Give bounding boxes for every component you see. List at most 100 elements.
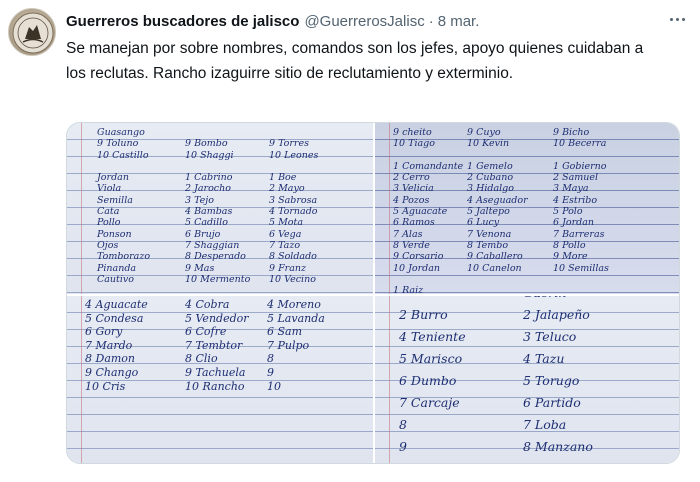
handwritten-entry: Tomborazo <box>97 251 151 263</box>
photo-3[interactable]: 4 Aguacate 5 Condesa 6 Gory 7 Mardo 8 Damon 9… <box>67 296 373 463</box>
photo-2-column-1: 9 cheito 10 Tiago 1 Comandante 2 Cerro 3 Ve… <box>393 127 463 294</box>
handwritten-entry: 3 Sabrosa <box>269 194 318 206</box>
handwritten-entry: Viola <box>97 183 122 195</box>
handwritten-entry: 10 Mermento <box>185 273 251 285</box>
handwritten-entry: 5 Lavanda <box>267 311 325 325</box>
handwritten-entry: 10 Rancho <box>185 379 245 393</box>
handwritten-entry: 9 Mas <box>185 262 215 274</box>
user-handle[interactable]: @GuerrerosJalisc <box>304 13 424 30</box>
handwritten-entry: Pinanda <box>97 262 137 274</box>
handwritten-entry: 10 Vecino <box>269 273 316 285</box>
handwritten-entry: 10 <box>399 458 466 463</box>
handwritten-entry: 9 <box>399 439 407 454</box>
handwritten-entry: 5 Jaltepo <box>467 206 510 218</box>
handwritten-entry <box>269 285 318 294</box>
display-name[interactable]: Guerreros buscadores de jalisco <box>66 13 299 30</box>
handwritten-entry <box>269 161 318 172</box>
handwritten-entry: 6 Brujo <box>185 228 221 240</box>
photo-4[interactable]: 2 Burro 4 Teniente 5 Marisco 6 Dumbo 7 Carca… <box>375 296 679 463</box>
handwritten-entry: 6 Ramos <box>393 217 435 229</box>
handwritten-entry: 8 Soldado <box>269 251 317 263</box>
handwritten-entry: 10 Semillas <box>553 262 609 274</box>
handwritten-entry: 10 Leones <box>269 149 319 161</box>
handwritten-entry: 7 Alas <box>393 228 423 240</box>
handwritten-entry: 5 Marisco <box>399 351 463 366</box>
handwritten-entry <box>553 274 609 285</box>
handwritten-entry: 4 Moreno <box>267 298 321 311</box>
handwritten-entry: 1 Gobierno <box>553 160 607 172</box>
handwritten-entry: 1 Comandante <box>393 160 464 172</box>
handwritten-entry: 2 Cubano <box>467 172 514 184</box>
more-options-icon <box>669 17 673 21</box>
handwritten-entry <box>269 127 318 138</box>
separator-dot: · <box>428 12 434 30</box>
handwritten-entry: 8 Pollo <box>553 239 586 251</box>
handwritten-entry: 6 Jordan <box>553 217 594 229</box>
handwritten-entry: 2 Jarocho <box>185 183 231 195</box>
handwritten-entry: 9 Bombo <box>185 138 228 150</box>
avatar[interactable] <box>8 8 56 56</box>
handwritten-entry <box>399 296 466 304</box>
handwritten-entry: 4 Tornado <box>269 206 318 218</box>
handwritten-entry: 2 Samuel <box>553 172 599 184</box>
handwritten-entry: 9 Caballero <box>467 251 523 263</box>
handwritten-entry: 2 Jalapeño <box>523 307 590 322</box>
handwritten-entry <box>185 285 250 294</box>
handwritten-entry: 7 Shaggian <box>185 239 240 251</box>
handwritten-entry: 1 Raiz <box>393 285 424 294</box>
handwritten-entry: 10 Shaggi <box>185 149 234 161</box>
handwritten-entry: 10 Canelon <box>467 262 522 274</box>
handwritten-entry: Ponson <box>97 228 132 240</box>
handwritten-entry: 7 Barreras <box>553 228 605 240</box>
handwritten-entry: 3 Tejo <box>185 194 214 206</box>
handwritten-entry: 8 Verde <box>393 239 430 251</box>
handwritten-entry: 6 Gory <box>85 325 123 339</box>
handwritten-entry: 2 Cerro <box>393 172 430 184</box>
handwritten-entry: 5 Mota <box>269 217 303 229</box>
media-grid: Guasango 9 Toluno 10 Castillo Jordan Viola S… <box>66 122 680 464</box>
handwritten-entry: 9 More <box>553 251 588 263</box>
handwritten-entry: Guasango <box>97 127 145 138</box>
handwritten-entry: 5 Condesa <box>85 311 144 325</box>
handwritten-entry: 4 Teniente <box>399 329 466 344</box>
tweet-timestamp[interactable]: 8 mar. <box>438 13 480 30</box>
handwritten-entry: 6 Partido <box>523 395 581 410</box>
handwritten-entry: 7 Loba <box>523 417 567 432</box>
handwritten-entry: 8 Damon <box>85 352 136 366</box>
handwritten-entry: 2 Burro <box>399 307 448 322</box>
handwritten-entry: 4 Bambas <box>185 206 233 218</box>
handwritten-entry: 6 Sam <box>267 325 303 339</box>
handwritten-entry <box>185 127 250 138</box>
handwritten-entry: 6 Dumbo <box>399 373 457 388</box>
handwritten-entry: 7 Mardo <box>85 338 133 352</box>
handwritten-entry: 10 Kevin <box>467 138 510 150</box>
handwritten-entry: 7 Tazo <box>269 239 301 251</box>
handwritten-entry: Cata <box>97 206 120 218</box>
handwritten-entry: 4 Tazu <box>523 351 565 366</box>
handwritten-entry: Ojos <box>97 239 119 251</box>
photo-2[interactable]: 9 cheito 10 Tiago 1 Comandante 2 Cerro 3 Ve… <box>375 123 679 294</box>
handwritten-entry <box>553 285 609 294</box>
handwritten-entry: 10 Becerra <box>553 138 607 150</box>
handwritten-entry <box>393 274 463 285</box>
handwritten-entry: 2 Mayo <box>269 183 305 195</box>
more-options-button[interactable] <box>666 10 688 28</box>
handwritten-entry: 8 Clio <box>185 352 218 366</box>
handwritten-entry: 10 Jordan <box>393 262 441 274</box>
handwritten-entry: 9 <box>267 365 274 379</box>
photo-1[interactable]: Guasango 9 Toluno 10 Castillo Jordan Viola S… <box>67 123 373 294</box>
handwritten-entry: 5 Polo <box>553 206 583 218</box>
photo-3-column-3: 4 Moreno 5 Lavanda 6 Sam 7 Pulpo 8 9 10 <box>267 298 325 393</box>
handwritten-entry <box>467 150 528 161</box>
photo-1-column-3: 9 Torres 10 Leones 1 Boe 2 Mayo 3 Sabrosa 4 … <box>269 127 318 294</box>
photo-2-column-2: 9 Cuyo 10 Kevin 1 Gemelo 2 Cubano 3 Hidalgo… <box>467 127 528 294</box>
photo-4-column-2: Guerin 2 Jalapeño 3 Teluco 4 Tazu 5 Torugo 6 … <box>523 296 593 463</box>
handwritten-entry: 9 Franz <box>269 262 306 274</box>
handwritten-entry: 6 Cofre <box>185 325 227 339</box>
handwritten-entry: 8 Desperado <box>185 251 246 263</box>
handwritten-entry: 4 Cobra <box>185 298 230 311</box>
handwritten-entry: 9 Cuyo <box>467 127 501 138</box>
handwritten-entry: 1 Gemelo <box>467 160 513 172</box>
handwritten-entry: 8 <box>399 417 407 432</box>
handwritten-entry: 9 Tepo <box>523 458 593 463</box>
